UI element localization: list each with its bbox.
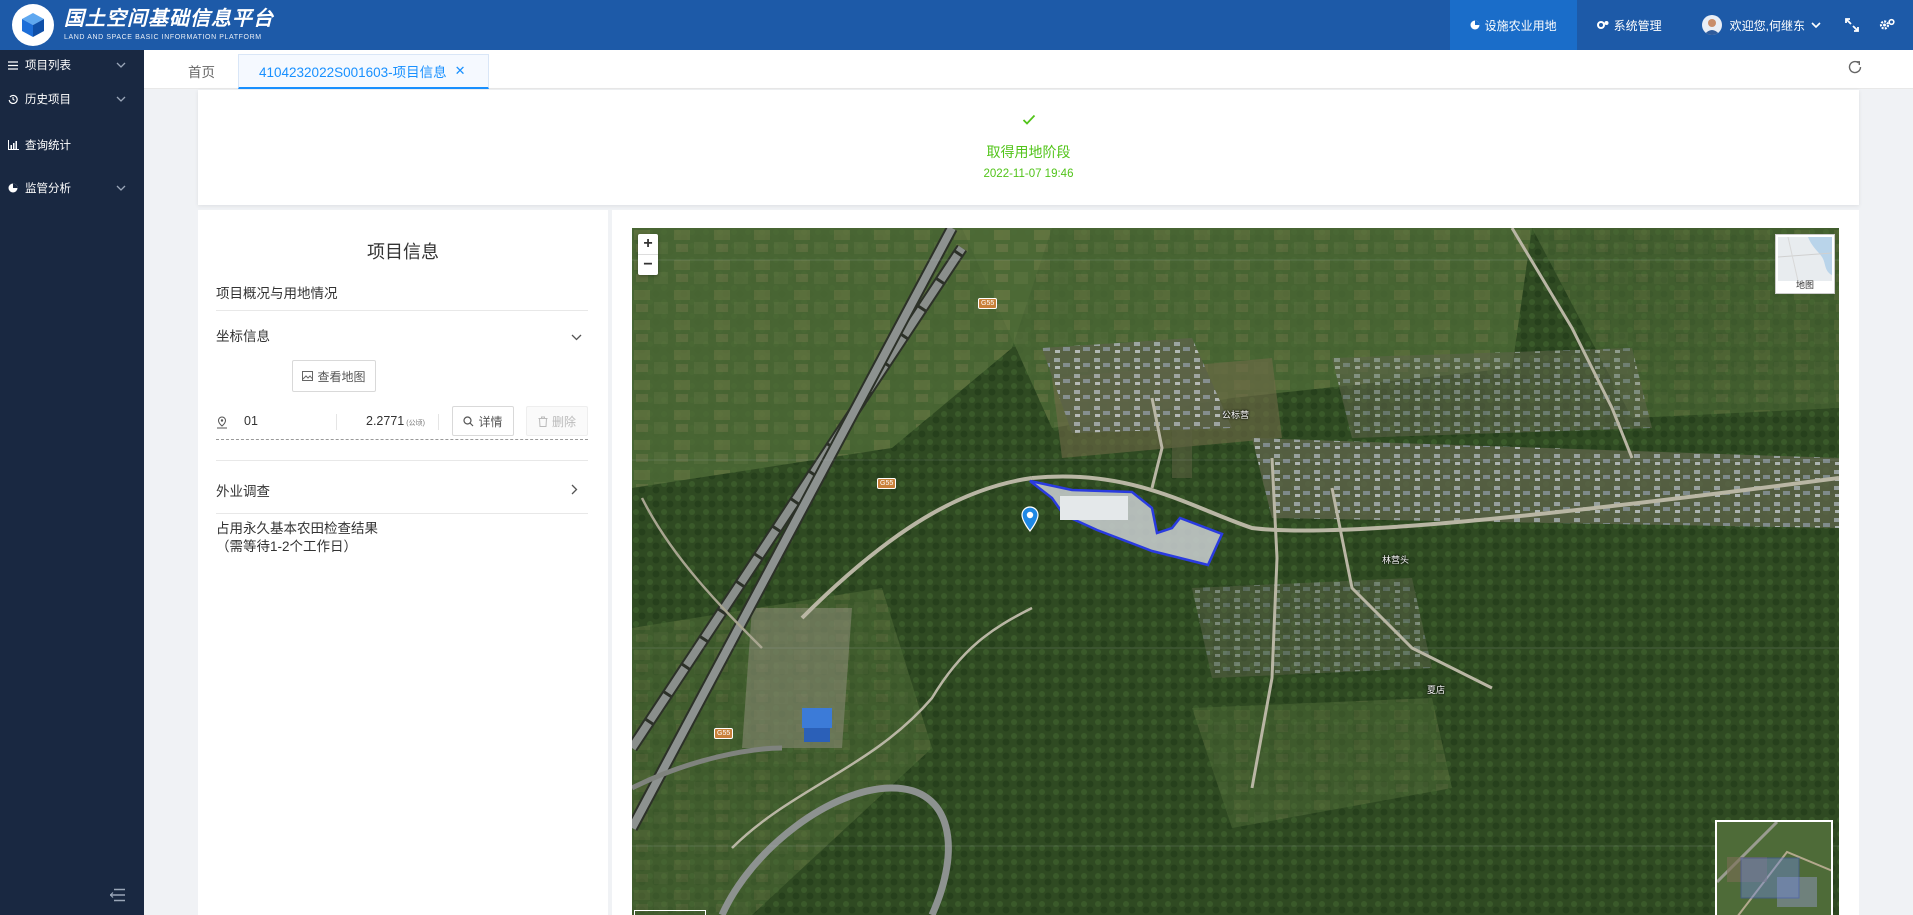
section-farmland-check-result: 占用永久基本农田检查结果 （需等待1-2个工作日） <box>216 520 588 556</box>
coordinate-id: 01 <box>244 414 258 428</box>
tab-home[interactable]: 首页 <box>188 54 215 88</box>
logo: 国土空间基础信息平台 LAND AND SPACE BASIC INFORMAT… <box>12 2 274 48</box>
chevron-down-icon <box>1811 22 1821 28</box>
satellite-map[interactable]: G55 G55 G55 公标营 林营头 夏店 + − 地图 <box>632 228 1839 915</box>
close-icon[interactable]: ✕ <box>455 63 466 79</box>
nav-system-management-label: 系统管理 <box>1613 18 1662 33</box>
search-icon <box>463 415 474 427</box>
map-image-icon <box>302 371 314 381</box>
zoom-control: + − <box>638 234 658 275</box>
chevron-down-icon <box>116 59 126 71</box>
view-map-label: 查看地图 <box>317 369 366 384</box>
nav-facility-agri-land-label: 设施农业用地 <box>1484 18 1557 33</box>
logo-subtitle: LAND AND SPACE BASIC INFORMATION PLATFOR… <box>64 34 262 41</box>
logo-cube-icon <box>12 4 54 46</box>
logo-title: 国土空间基础信息平台 <box>64 8 274 30</box>
bar-chart-icon <box>8 140 22 150</box>
tab-project-info[interactable]: 4104232022S001603-项目信息 ✕ <box>238 54 489 89</box>
trash-icon <box>538 416 548 427</box>
road-badge: G55 <box>714 728 734 739</box>
location-pin-icon <box>216 416 228 432</box>
gears-icon <box>1596 20 1609 30</box>
stage-timestamp: 2022-11-07 19:46 <box>983 168 1074 180</box>
divider <box>336 414 337 430</box>
basemap-switch-label: 地图 <box>1795 280 1814 290</box>
avatar <box>1701 15 1722 35</box>
scale-bar <box>634 910 706 915</box>
list-icon <box>8 60 22 70</box>
delete-button[interactable]: 删除 <box>526 406 588 436</box>
history-icon <box>8 94 22 104</box>
sidebar-item-label: 监管分析 <box>25 183 71 195</box>
sidebar-item-label: 历史项目 <box>25 94 71 106</box>
result-title: 占用永久基本农田检查结果 <box>216 521 378 536</box>
basemap-thumbnail <box>1778 237 1832 281</box>
sidebar-item-label: 查询统计 <box>25 140 71 152</box>
place-label: 林营头 <box>1382 555 1410 565</box>
nav-facility-agri-land[interactable]: 设施农业用地 <box>1449 0 1577 50</box>
divider <box>216 513 588 514</box>
sidebar: 项目列表 历史项目 查询统计 监管分析 <box>0 50 144 915</box>
section-coordinates-label: 坐标信息 <box>216 329 270 344</box>
chevron-right-icon <box>571 483 578 498</box>
delete-label: 删除 <box>551 414 576 429</box>
sidebar-item-query-statistics[interactable]: 查询统计 <box>0 130 144 160</box>
chevron-down-icon <box>571 329 582 344</box>
zoom-out-button[interactable]: − <box>638 255 658 275</box>
coordinate-area: 2.2771 (公顷) <box>366 414 425 428</box>
road-badge: G55 <box>978 298 998 309</box>
nav-system-management[interactable]: 系统管理 <box>1577 0 1682 50</box>
collapse-sidebar-icon[interactable] <box>109 888 126 905</box>
detail-button[interactable]: 详情 <box>452 406 514 436</box>
place-label: 公标营 <box>1222 410 1250 420</box>
welcome-text: 欢迎您,何继东 <box>1729 18 1805 33</box>
section-coordinates[interactable]: 坐标信息 <box>216 325 588 345</box>
road-badge: G55 <box>877 478 897 489</box>
section-field-survey[interactable]: 外业调查 <box>216 480 588 500</box>
user-menu[interactable]: 欢迎您,何继东 <box>1682 0 1835 50</box>
panel-title: 项目信息 <box>367 242 439 262</box>
divider <box>216 310 588 311</box>
sidebar-item-history-projects[interactable]: 历史项目 <box>0 84 144 114</box>
check-icon <box>198 113 1859 128</box>
view-map-button[interactable]: 查看地图 <box>292 360 376 392</box>
pie-chart-icon <box>1470 20 1480 30</box>
overview-minimap[interactable] <box>1715 820 1833 915</box>
divider <box>216 460 588 461</box>
map-panel: G55 G55 G55 公标营 林营头 夏店 + − 地图 <box>612 210 1859 915</box>
pie-chart-icon <box>8 183 22 193</box>
stage-status-card: 取得用地阶段 2022-11-07 19:46 <box>198 90 1859 205</box>
section-field-survey-label: 外业调查 <box>216 484 270 499</box>
place-label: 夏店 <box>1427 685 1446 695</box>
chevron-down-icon <box>116 182 126 194</box>
satellite-imagery <box>632 228 1839 915</box>
project-info-panel: 项目信息 项目概况与用地情况 坐标信息 查看地图 01 2.2771 (公顷) 详… <box>198 210 608 915</box>
sidebar-item-project-list[interactable]: 项目列表 <box>0 50 144 80</box>
tab-project-info-label: 4104232022S001603-项目信息 <box>259 65 447 80</box>
sidebar-item-label: 项目列表 <box>25 60 71 72</box>
area-value: 2.2771 <box>366 414 405 428</box>
top-header: 国土空间基础信息平台 LAND AND SPACE BASIC INFORMAT… <box>0 0 1913 50</box>
zoom-in-button[interactable]: + <box>638 234 658 255</box>
refresh-icon[interactable] <box>1847 59 1863 78</box>
section-overview[interactable]: 项目概况与用地情况 <box>216 282 588 302</box>
detail-label: 详情 <box>478 414 503 429</box>
stage-name: 取得用地阶段 <box>986 144 1071 160</box>
tab-bar: 首页 4104232022S001603-项目信息 ✕ <box>144 50 1913 89</box>
settings-gear-icon[interactable] <box>1869 0 1913 50</box>
area-unit: (公顷) <box>406 420 425 427</box>
fullscreen-icon[interactable] <box>1835 0 1869 50</box>
coordinate-row: 01 2.2771 (公顷) 详情 删除 <box>216 406 588 440</box>
sidebar-item-supervision-analysis[interactable]: 监管分析 <box>0 173 144 203</box>
chevron-down-icon <box>116 93 126 105</box>
divider <box>438 414 439 430</box>
result-note: （需等待1-2个工作日） <box>216 539 358 554</box>
basemap-switch-button[interactable]: 地图 <box>1775 234 1835 294</box>
